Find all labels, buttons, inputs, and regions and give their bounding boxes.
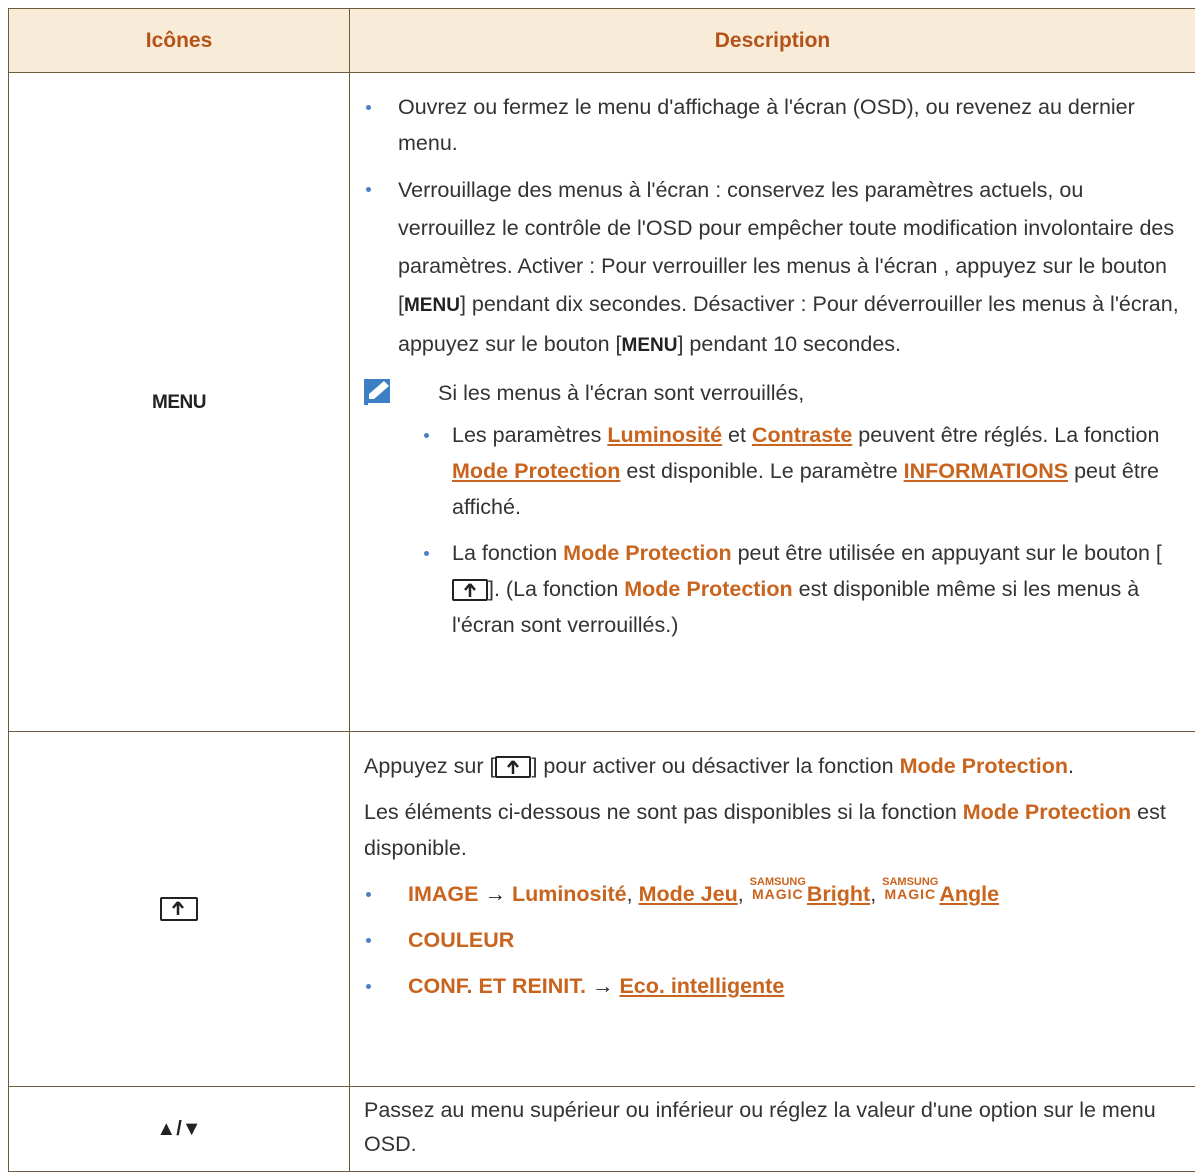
menu-key-label: MENU (404, 295, 460, 316)
list-item: CONF. ET REINIT. → Eco. intelligente (364, 968, 1185, 1004)
table-row-menu: MENU Ouvrez ou fermez le menu d'affichag… (9, 73, 1195, 732)
protection-description-cell: Appuyez sur [] pour activer ou désactive… (350, 732, 1195, 1087)
menu-icon-cell: MENU (9, 73, 350, 732)
note-block: Si les menus à l'écran sont verrouillés,… (364, 375, 1185, 643)
table-row-protection: Appuyez sur [] pour activer ou désactive… (9, 732, 1195, 1087)
source-arrow-up-icon (495, 756, 531, 778)
menu-description-cell: Ouvrez ou fermez le menu d'affichage à l… (350, 73, 1195, 732)
note-sub-list: Les paramètres Luminosité et Contraste p… (404, 417, 1185, 643)
source-arrow-up-icon (160, 897, 198, 921)
samsung-magic-logo: SAMSUNGMAGIC (750, 877, 806, 900)
menu-key-label: MENU (622, 335, 678, 356)
table-header-row: Icônes Description (9, 9, 1195, 73)
header-description: Description (350, 9, 1195, 73)
header-icons: Icônes (9, 9, 350, 73)
arrows-icon-cell: ▲/▼ (9, 1087, 350, 1172)
link-mode-jeu[interactable]: Mode Jeu (639, 882, 738, 906)
table-row-arrows: ▲/▼ Passez au menu supérieur ou inférieu… (9, 1087, 1195, 1172)
note-intro: Si les menus à l'écran sont verrouillés, (438, 375, 1185, 411)
arrows-description: Passez au menu supérieur ou inférieur ou… (350, 1087, 1195, 1171)
note-pencil-icon (364, 377, 400, 407)
list-item: IMAGE → Luminosité, Mode Jeu, SAMSUNGMAG… (364, 876, 1185, 912)
source-arrow-up-icon (452, 579, 488, 601)
link-eco-intelligente[interactable]: Eco. intelligente (619, 974, 784, 998)
list-item: La fonction Mode Protection peut être ut… (404, 535, 1185, 643)
link-magic-bright[interactable]: Bright (807, 882, 870, 906)
list-item: Verrouillage des menus à l'écran : conse… (364, 171, 1185, 365)
menu-button-icon: MENU (152, 392, 206, 413)
samsung-magic-logo: SAMSUNGMAGIC (882, 877, 938, 900)
protection-disabled-list: IMAGE → Luminosité, Mode Jeu, SAMSUNGMAG… (364, 876, 1185, 1004)
protection-para-1: Appuyez sur [] pour activer ou désactive… (364, 748, 1185, 784)
link-informations[interactable]: INFORMATIONS (904, 459, 1068, 483)
link-magic-angle[interactable]: Angle (939, 882, 999, 906)
protection-para-2: Les éléments ci-dessous ne sont pas disp… (364, 794, 1185, 866)
link-luminosite[interactable]: Luminosité (607, 423, 722, 447)
list-item: Les paramètres Luminosité et Contraste p… (404, 417, 1185, 525)
menu-bullet-list: Ouvrez ou fermez le menu d'affichage à l… (364, 89, 1185, 365)
protection-icon-cell (9, 732, 350, 1087)
arrows-description-cell: Passez au menu supérieur ou inférieur ou… (350, 1087, 1195, 1172)
list-item: Ouvrez ou fermez le menu d'affichage à l… (364, 89, 1185, 161)
up-down-arrow-icon: ▲/▼ (156, 1118, 201, 1140)
icon-description-table: Icônes Description MENU Ouvrez ou fermez… (8, 8, 1195, 1172)
link-contraste[interactable]: Contraste (752, 423, 852, 447)
list-item: COULEUR (364, 922, 1185, 958)
link-mode-protection[interactable]: Mode Protection (452, 459, 620, 483)
